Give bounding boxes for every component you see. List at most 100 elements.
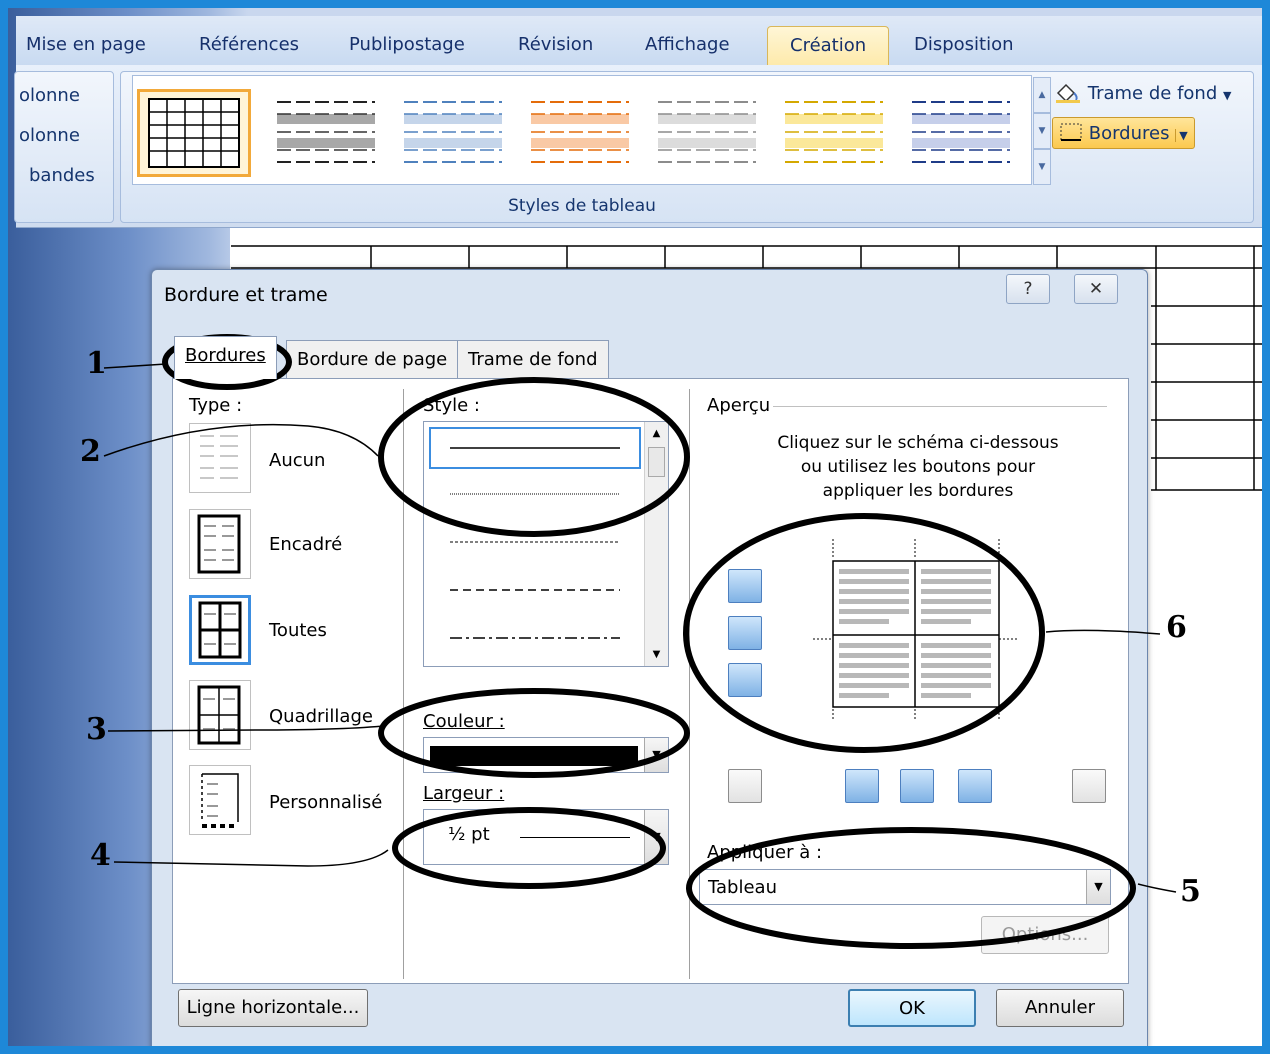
callout-number-4: 4: [90, 838, 111, 873]
table-style-light-orange[interactable]: [522, 89, 636, 177]
type-none-icon[interactable]: [189, 423, 251, 493]
option-last-column[interactable]: olonne: [19, 125, 80, 146]
chevron-down-icon[interactable]: ▼: [644, 810, 668, 864]
chevron-down-icon[interactable]: ▼: [644, 738, 668, 772]
close-button[interactable]: ✕: [1074, 274, 1118, 304]
tab-references[interactable]: Références: [199, 34, 299, 55]
instruction-line: ou utilisez les boutons pour: [800, 457, 1036, 477]
type-grid-label[interactable]: Quadrillage: [269, 706, 373, 727]
table-styles-gallery: [132, 75, 1032, 185]
preview-instructions: Cliquez sur le schéma ci-dessous ou util…: [733, 431, 1103, 503]
shading-label: Trame de fond: [1087, 83, 1218, 104]
inside-horizontal-border-button[interactable]: [728, 616, 762, 650]
left-border-button[interactable]: [845, 769, 879, 803]
table-style-light-silver[interactable]: [649, 89, 763, 177]
divider: [773, 406, 1107, 407]
tab-mise-en-page[interactable]: Mise en page: [26, 34, 146, 55]
type-none-label[interactable]: Aucun: [269, 450, 325, 471]
width-dropdown[interactable]: ½ pt ▼: [423, 809, 669, 865]
callout-number-6: 6: [1166, 610, 1187, 645]
table-style-options-group: olonne olonne bandes: [14, 71, 114, 223]
dialog-title: Bordure et trame: [164, 284, 328, 306]
tab-trame-de-fond[interactable]: Trame de fond: [457, 340, 609, 378]
apply-to-dropdown[interactable]: Tableau ▼: [699, 869, 1111, 905]
style-list-scrollbar[interactable]: ▲ ▼: [644, 422, 668, 666]
borders-button[interactable]: Bordures ▼: [1052, 117, 1195, 149]
borders-label: Bordures: [1088, 123, 1170, 144]
width-label-text: Largeur :: [423, 783, 505, 804]
bottom-border-button[interactable]: [728, 663, 762, 697]
tab-bordure-de-page[interactable]: Bordure de page: [286, 340, 459, 378]
type-box-label[interactable]: Encadré: [269, 534, 342, 555]
borders-icon: [1060, 123, 1082, 141]
callout-number-3: 3: [86, 712, 107, 747]
screenshot-frame: Mise en page Références Publipostage Rév…: [0, 0, 1270, 1054]
type-none-text: Aucun: [269, 450, 326, 471]
tab-publipostage[interactable]: Publipostage: [349, 34, 465, 55]
ribbon: olonne olonne bandes ▲ ▼ ▼ Styles de tab…: [14, 65, 1262, 228]
tab-affichage[interactable]: Affichage: [645, 34, 730, 55]
table-style-light-navy[interactable]: [903, 89, 1017, 177]
scroll-up-icon[interactable]: ▲: [645, 428, 668, 439]
inside-vertical-border-button[interactable]: [900, 769, 934, 803]
type-custom-label[interactable]: Personnalisé: [269, 792, 382, 813]
chevron-down-icon: ▼: [1175, 129, 1188, 142]
scroll-down-icon[interactable]: ▼: [645, 649, 668, 660]
ok-button[interactable]: OK: [848, 989, 976, 1027]
instruction-line: Cliquez sur le schéma ci-dessous: [777, 433, 1059, 453]
help-button[interactable]: ?: [1006, 274, 1050, 304]
ribbon-tab-bar: Mise en page Références Publipostage Rév…: [16, 16, 1262, 68]
gallery-scroll-down-button[interactable]: ▼: [1033, 113, 1051, 149]
option-banded-columns[interactable]: bandes: [29, 165, 95, 186]
right-border-button[interactable]: [958, 769, 992, 803]
apply-to-value: Tableau: [708, 877, 777, 898]
paint-bucket-icon: [1056, 83, 1080, 103]
borders-shading-dialog: Bordure et trame ? ✕ Bordures Bordure de…: [151, 269, 1148, 1046]
diagonal-down-border-button[interactable]: [1072, 769, 1106, 803]
top-border-button[interactable]: [728, 569, 762, 603]
tab-creation[interactable]: Création: [767, 26, 890, 68]
table-style-light-gray[interactable]: [268, 89, 382, 177]
scroll-thumb[interactable]: [648, 447, 665, 477]
shading-button[interactable]: Trame de fond ▼: [1054, 81, 1231, 104]
width-label: Largeur :: [423, 783, 504, 804]
tab-disposition[interactable]: Disposition: [914, 34, 1014, 55]
color-label-text: Couleur :: [423, 711, 505, 732]
table-style-light-yellow[interactable]: [776, 89, 890, 177]
divider: [403, 389, 404, 979]
tab-revision[interactable]: Révision: [518, 34, 593, 55]
horizontal-line-button[interactable]: Ligne horizontale...: [178, 989, 368, 1027]
border-preview-diagram[interactable]: [813, 539, 1023, 719]
type-all-icon[interactable]: [189, 595, 251, 665]
gallery-more-button[interactable]: ▼: [1033, 149, 1051, 185]
chevron-down-icon: ▼: [1222, 89, 1232, 102]
tab-label: Bordures: [185, 345, 266, 366]
styles-group-caption: Styles de tableau: [508, 196, 656, 216]
type-box-icon[interactable]: [189, 509, 251, 579]
callout-number-2: 2: [80, 434, 101, 469]
tab-bordures[interactable]: Bordures: [174, 336, 277, 379]
options-button[interactable]: Options...: [981, 916, 1109, 954]
chevron-down-icon[interactable]: ▼: [1086, 870, 1110, 904]
gallery-scroll-up-button[interactable]: ▲: [1033, 77, 1051, 113]
color-swatch: [430, 746, 638, 766]
callout-number-5: 5: [1180, 874, 1201, 909]
table-style-grid[interactable]: [137, 89, 251, 177]
width-sample-line: [520, 837, 630, 838]
dialog-content: Type : Aucun Encadré Toutes Quadrillage …: [172, 378, 1129, 984]
diagonal-up-border-button[interactable]: [728, 769, 762, 803]
apply-to-label: Appliquer à :: [707, 842, 823, 863]
type-custom-icon[interactable]: [189, 765, 251, 835]
line-style-list[interactable]: ▲ ▼: [423, 421, 669, 667]
instruction-line: appliquer les bordures: [822, 481, 1014, 501]
type-all-label[interactable]: Toutes: [269, 620, 327, 641]
callout-number-1: 1: [86, 346, 107, 381]
table-style-light-blue[interactable]: [395, 89, 509, 177]
color-label: Couleur :: [423, 711, 505, 732]
color-dropdown[interactable]: ▼: [423, 737, 669, 773]
type-grid-icon[interactable]: [189, 680, 251, 750]
option-first-column[interactable]: olonne: [19, 85, 80, 106]
cancel-button[interactable]: Annuler: [996, 989, 1124, 1027]
width-value: ½ pt: [448, 824, 490, 845]
preview-label: Aperçu: [707, 395, 771, 416]
